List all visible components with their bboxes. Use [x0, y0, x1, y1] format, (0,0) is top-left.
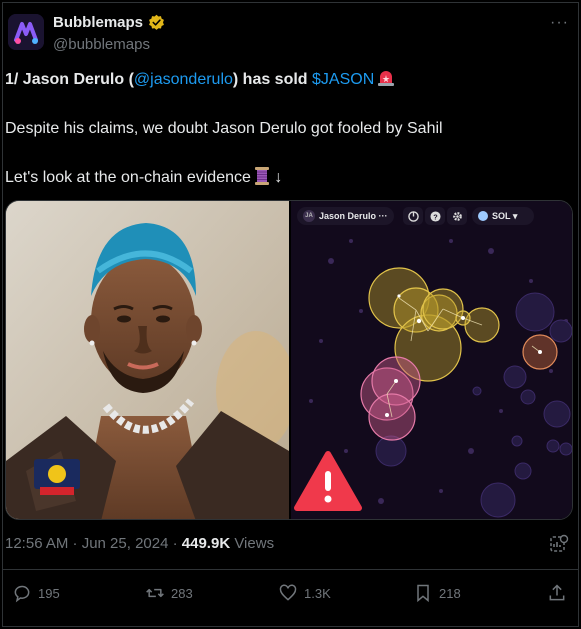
cashtag-link[interactable]: $JASON [312, 71, 374, 88]
author-avatar[interactable] [8, 14, 44, 50]
media-container[interactable]: JA Jason Derulo ··· ? SOL ▾ [5, 200, 573, 520]
reply-icon [14, 585, 30, 603]
action-bar: 195 283 1.3K 218 [0, 583, 581, 609]
reply-button[interactable]: 195 [12, 583, 60, 603]
tweet-line-2: Despite his claims, we doubt Jason Derul… [5, 120, 443, 137]
timestamp[interactable]: 12:56 AM · Jun 25, 2024 · [5, 535, 182, 552]
like-icon [279, 584, 297, 601]
views-count: 449.9K [181, 535, 231, 552]
tweet-meta: 12:56 AM · Jun 25, 2024 · 449.9K Views [5, 535, 274, 552]
tweet-line-3: Let's look at the on-chain evidence ↓ [5, 166, 282, 188]
bubblemaps-logo-icon [8, 14, 44, 50]
thread-emoji [254, 167, 269, 185]
reply-count: 195 [38, 585, 60, 601]
mention-link[interactable]: @jasonderulo [134, 71, 233, 88]
like-count: 1.3K [304, 585, 331, 601]
tweet-line-1: 1/ Jason Derulo (@jasonderulo) has sold … [5, 70, 395, 90]
person-portrait-illustration [6, 201, 289, 519]
views-label: Views [230, 535, 275, 552]
share-button[interactable] [547, 583, 567, 603]
tweet-text: Let's look at the on-chain evidence [5, 169, 251, 186]
repost-count: 283 [171, 585, 193, 601]
tweet-text: 1/ Jason Derulo ( [5, 71, 134, 88]
more-icon[interactable]: ··· [550, 14, 569, 32]
siren-emoji [378, 71, 395, 86]
analytics-icon[interactable] [549, 534, 569, 554]
share-icon [549, 584, 565, 601]
bubble-cluster-graph [294, 239, 572, 518]
repost-button[interactable]: 283 [145, 583, 193, 603]
bookmark-count: 218 [439, 585, 461, 601]
divider [3, 569, 578, 570]
bookmark-icon [417, 584, 429, 603]
down-arrow: ↓ [274, 169, 283, 186]
like-button[interactable]: 1.3K [278, 583, 331, 603]
bubblemap-screenshot[interactable]: JA Jason Derulo ··· ? SOL ▾ [291, 201, 572, 519]
verified-badge-icon [149, 14, 164, 30]
tweet-text: ) has sold [232, 71, 313, 88]
author-handle[interactable]: @bubblemaps [53, 36, 150, 53]
author-name[interactable]: Bubblemaps [53, 14, 143, 31]
repost-icon [146, 588, 164, 598]
bookmark-button[interactable]: 218 [413, 583, 461, 603]
jason-derulo-photo[interactable] [6, 201, 289, 519]
warning-icon [294, 451, 362, 511]
